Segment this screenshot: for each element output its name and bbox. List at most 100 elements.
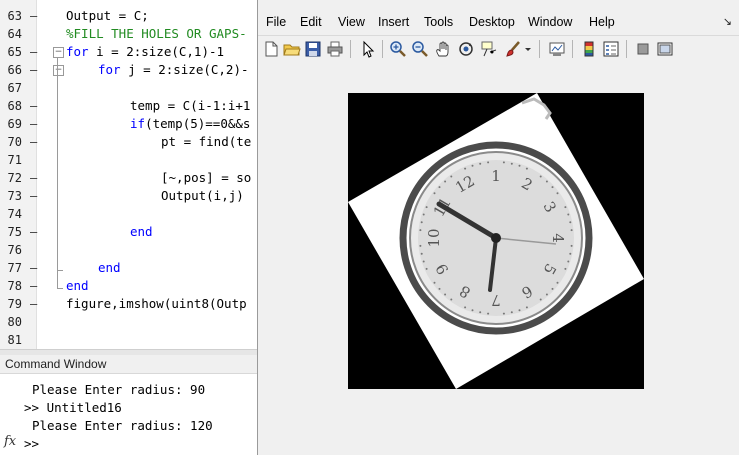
line-number: 80 xyxy=(7,315,22,329)
clock-tick xyxy=(567,213,570,216)
line-number: 69 xyxy=(7,117,22,131)
keyword: end xyxy=(130,224,153,239)
fold-guide-outer-end xyxy=(57,288,63,289)
toolbar-separator xyxy=(572,40,573,58)
print-icon[interactable] xyxy=(326,40,344,58)
dock-figure-icon[interactable]: ↘ xyxy=(723,15,732,28)
menu-insert[interactable]: Insert xyxy=(378,15,409,29)
data-cursor-icon[interactable] xyxy=(480,40,498,58)
breakpoint-marker[interactable]: – xyxy=(30,277,37,295)
zoom-in-icon[interactable] xyxy=(389,40,407,58)
clock-tick xyxy=(556,192,559,195)
clock-tick xyxy=(525,306,528,309)
breakpoint-marker[interactable]: – xyxy=(30,61,37,79)
clock-tick xyxy=(438,186,441,189)
brush-icon[interactable] xyxy=(504,40,522,58)
breakpoint-marker[interactable]: – xyxy=(30,259,37,277)
brush-dropdown-icon[interactable] xyxy=(524,40,532,58)
clock-tick xyxy=(518,309,521,312)
clock-tick xyxy=(539,298,542,301)
code-rest: (temp(5)==0&&s xyxy=(145,116,251,131)
function-browser-icon[interactable]: fx xyxy=(4,434,16,449)
clock-tick xyxy=(518,164,521,167)
rotate-3d-icon[interactable] xyxy=(457,40,475,58)
menu-file[interactable]: File xyxy=(266,15,286,29)
clock-tick xyxy=(464,167,467,170)
save-icon[interactable] xyxy=(304,40,322,58)
clock-tick xyxy=(556,281,559,284)
clock-tick xyxy=(425,267,428,270)
clock-tick xyxy=(502,312,505,315)
link-plot-icon[interactable] xyxy=(548,40,566,58)
clock-tick xyxy=(569,252,572,255)
line-number: 76 xyxy=(7,243,22,257)
line-number: 72 xyxy=(7,171,22,185)
clock-tick xyxy=(444,293,447,296)
line-number: 81 xyxy=(7,333,22,347)
line-number: 77 xyxy=(7,261,22,275)
zoom-out-icon[interactable] xyxy=(411,40,429,58)
breakpoint-marker[interactable]: – xyxy=(30,7,37,25)
colorbar-icon[interactable] xyxy=(580,40,598,58)
figure-axes-area[interactable]: 101112123456789 xyxy=(258,62,739,455)
clock-tick xyxy=(471,164,474,167)
clock-tick xyxy=(425,206,428,209)
clock-tick xyxy=(551,287,554,290)
open-file-icon[interactable] xyxy=(283,40,301,58)
new-figure-icon[interactable] xyxy=(262,40,280,58)
fold-toggle-icon[interactable]: − xyxy=(53,65,64,76)
breakpoint-marker[interactable]: – xyxy=(30,97,37,115)
line-number: 64 xyxy=(7,27,22,41)
clock-tick xyxy=(479,311,482,314)
code-rest: i = 2:size(C,1)-1 xyxy=(88,44,225,59)
fold-toggle-icon[interactable]: − xyxy=(53,47,64,58)
show-plot-tools-icon[interactable] xyxy=(656,40,674,58)
figure-window[interactable]: File Edit View Insert Tools Desktop Wind… xyxy=(257,0,739,455)
toolbar-separator xyxy=(382,40,383,58)
menu-desktop[interactable]: Desktop xyxy=(469,15,515,29)
breakpoint-marker[interactable]: – xyxy=(30,223,37,241)
hide-plot-tools-icon[interactable] xyxy=(634,40,652,58)
toolbar-separator xyxy=(539,40,540,58)
clock-tick xyxy=(569,221,572,224)
clock-tick xyxy=(479,162,482,165)
legend-icon[interactable] xyxy=(602,40,620,58)
breakpoint-marker[interactable]: – xyxy=(30,115,37,133)
clock-tick xyxy=(419,244,422,247)
displayed-image[interactable]: 101112123456789 xyxy=(348,93,644,389)
clock-tick xyxy=(564,267,567,270)
line-number: 73 xyxy=(7,189,22,203)
menu-view[interactable]: View xyxy=(338,15,365,29)
menu-tools[interactable]: Tools xyxy=(424,15,453,29)
clock-tick xyxy=(450,175,453,178)
pan-icon[interactable] xyxy=(434,40,452,58)
breakpoint-marker[interactable]: – xyxy=(30,295,37,313)
code-comment: %FILL THE HOLES OR GAPS- xyxy=(66,26,247,41)
code-text: for i = 2:size(C,1)-1 xyxy=(66,43,224,61)
line-number: 63 xyxy=(7,9,22,23)
line-number: 65 xyxy=(7,45,22,59)
breakpoint-marker[interactable]: – xyxy=(30,43,37,61)
toolbar-separator xyxy=(350,40,351,58)
clock-tick xyxy=(450,298,453,301)
breakpoint-marker[interactable]: – xyxy=(30,169,37,187)
line-number: 78 xyxy=(7,279,22,293)
pointer-icon[interactable] xyxy=(359,40,377,58)
command-prompt[interactable]: >> xyxy=(24,435,39,453)
clock-tick xyxy=(422,260,425,263)
clock-tick xyxy=(471,309,474,312)
clock: 101112123456789 xyxy=(399,141,593,335)
code-text: pt = find(te xyxy=(161,134,252,149)
menu-edit[interactable]: Edit xyxy=(300,15,322,29)
breakpoint-marker[interactable]: – xyxy=(30,133,37,151)
fold-guide-outer xyxy=(57,57,58,289)
keyword: end xyxy=(66,278,89,293)
line-number: 68 xyxy=(7,99,22,113)
clock-numeral: 10 xyxy=(425,228,443,247)
menu-window[interactable]: Window xyxy=(528,15,572,29)
keyword: if xyxy=(130,116,146,131)
clock-numeral: 1 xyxy=(491,167,501,185)
keyword: for xyxy=(66,44,89,59)
menu-help[interactable]: Help xyxy=(589,15,615,29)
breakpoint-marker[interactable]: – xyxy=(30,187,37,205)
